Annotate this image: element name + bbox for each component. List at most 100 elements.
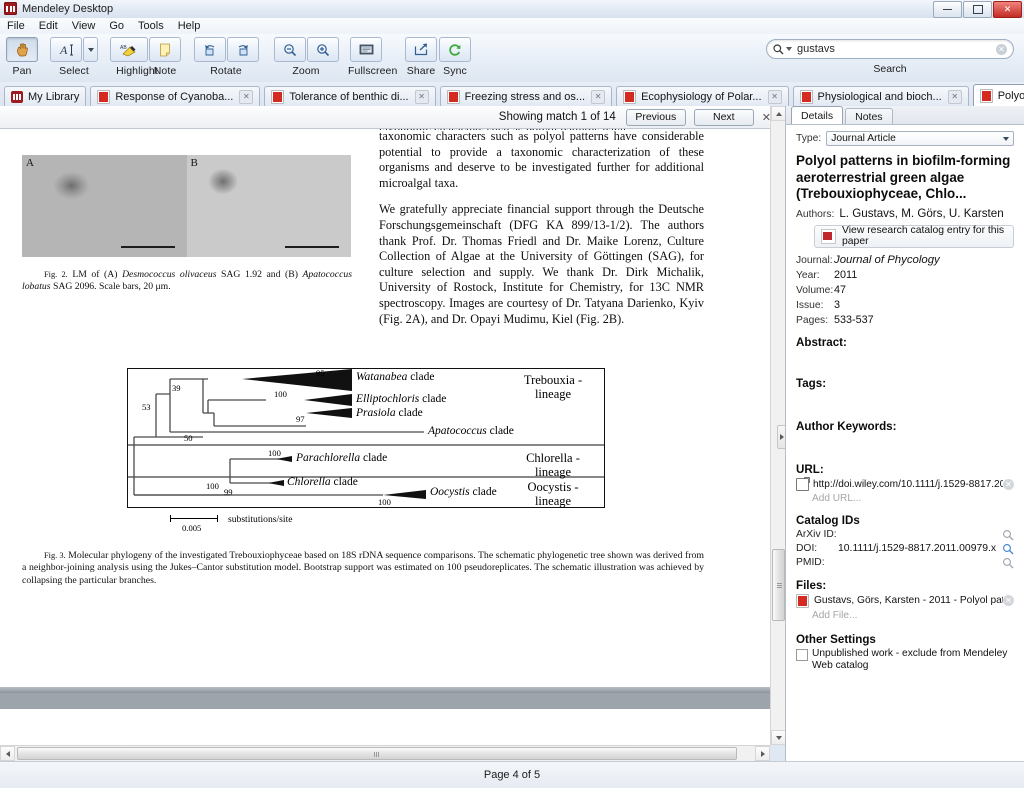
remove-file-icon[interactable]: ✕ [1003,595,1014,606]
menu-help[interactable]: Help [178,19,209,33]
tab-polyol-patterns-in-biofilm[interactable]: Polyol patterns in biofil... ✕ [972,84,1024,106]
tab-close-icon[interactable]: ✕ [239,89,254,104]
tab-details[interactable]: Details [791,106,844,124]
remove-url-icon[interactable]: ✕ [1003,478,1014,490]
tab-close-icon[interactable]: ✕ [767,89,782,104]
search-input[interactable]: gustavs [797,43,996,55]
authors-value[interactable]: L. Gustavs, M. Görs, U. Karsten [839,207,1003,220]
scroll-left-button[interactable] [0,746,15,761]
authors-label: Authors: [796,208,835,220]
tab-response-of-cyanobacteria[interactable]: Response of Cyanoba... ✕ [90,86,261,106]
pan-button[interactable] [6,37,38,62]
document-title[interactable]: Polyol patterns in biofilm-forming aerot… [796,153,1014,203]
file-row: Gustavs, Görs, Karsten - 2011 - Polyol p… [796,593,1014,608]
menu-file[interactable]: File [7,19,33,33]
sync-button[interactable] [439,37,471,62]
add-file-link[interactable]: Add File... [812,610,1014,621]
vertical-scroll-thumb[interactable] [772,549,785,621]
journal-value[interactable]: Journal of Phycology [834,254,940,266]
tab-my-library[interactable]: My Library [4,86,87,106]
tab-close-icon[interactable]: ✕ [591,89,606,104]
lineage-label-chlorella: Chlorella - lineage [508,451,598,479]
url-value[interactable]: http://doi.wiley.com/10.1111/j.1529-8817… [813,479,1003,490]
external-link-icon[interactable] [796,476,810,491]
volume-value[interactable]: 47 [834,284,846,296]
svg-text:100: 100 [268,448,281,458]
scroll-down-button[interactable] [771,730,786,745]
horizontal-scroll-thumb[interactable] [17,747,737,760]
author-keywords-value[interactable] [796,435,1014,453]
scroll-right-button[interactable] [755,746,770,761]
highlight-button[interactable]: AB [110,37,148,62]
tab-label: Tolerance of benthic di... [289,90,409,103]
document-right-column: taxonomic characters such as polyol patt… [379,129,704,338]
fullscreen-button[interactable] [350,37,382,62]
journal-row: Journal: Journal of Phycology [796,254,1014,266]
view-research-catalog-button[interactable]: View research catalog entry for this pap… [814,224,1014,248]
rotate-right-icon [238,44,248,55]
document-tab-bar: My Library Response of Cyanoba... ✕ Tole… [0,82,1024,107]
tab-tolerance-of-benthic-diatoms[interactable]: Tolerance of benthic di... ✕ [264,86,436,106]
search-clear-icon[interactable]: ✕ [996,43,1007,55]
pdf-icon [979,88,993,103]
lineage-line1: Trebouxia - [523,373,583,387]
note-button[interactable] [149,37,181,62]
tags-value[interactable] [796,392,1014,410]
clade-label-chlorella: Chlorella clade [287,476,358,488]
scroll-up-button[interactable] [771,106,786,121]
abstract-value[interactable] [796,351,1014,367]
panel-b-label: B [190,157,198,169]
zoom-in-button[interactable] [306,37,339,62]
pmid-row: PMID: [796,557,1014,569]
clade-name: Chlorella [287,476,331,488]
pmid-label: PMID: [796,557,825,568]
figure-2-caption-prefix: Fig. 2. [44,270,68,279]
menu-view[interactable]: View [72,19,104,33]
clade-name: Prasiola [356,407,396,419]
tab-freezing-stress[interactable]: Freezing stress and os... ✕ [439,86,613,106]
menu-tools[interactable]: Tools [138,19,172,33]
add-url-link[interactable]: Add URL... [812,493,1014,504]
previous-match-button[interactable]: Previous [625,108,686,126]
tab-physiological-and-biochemical[interactable]: Physiological and bioch... ✕ [792,86,969,106]
issue-value[interactable]: 3 [834,299,840,311]
search-box[interactable]: gustavs ✕ [766,39,1014,59]
clade-suffix: clade [407,371,435,383]
document-horizontal-scrollbar[interactable] [0,745,770,762]
tab-ecophysiology-of-polar[interactable]: Ecophysiology of Polar... ✕ [616,86,789,106]
minimize-button[interactable] [933,1,962,18]
search-label: Search [873,63,907,75]
doi-value[interactable]: 10.1111/j.1529-8817.2011.00979.x [838,543,1002,554]
menu-go[interactable]: Go [109,19,132,33]
type-select[interactable]: Journal Article [826,131,1014,146]
fullscreen-icon [359,44,373,55]
search-scope-chevron-icon[interactable] [786,47,792,51]
select-dropdown-button[interactable] [83,37,98,62]
lookup-doi-icon[interactable] [1002,543,1014,555]
chevron-up-icon [775,111,782,116]
next-match-button[interactable]: Next [693,108,754,126]
share-button[interactable] [405,37,437,62]
rotate-left-button[interactable] [193,37,226,62]
clade-label-prasiola: Prasiola clade [356,407,423,419]
text-select-icon: A [59,43,73,57]
menu-edit[interactable]: Edit [39,19,66,33]
tab-close-icon[interactable]: ✕ [947,89,962,104]
close-button[interactable]: ✕ [993,1,1022,18]
select-button[interactable]: A [50,37,82,62]
pages-value[interactable]: 533-537 [834,314,874,326]
maximize-button[interactable] [963,1,992,18]
rotate-right-button[interactable] [226,37,259,62]
pdf-icon [796,593,809,608]
pdf-document-view[interactable]: taxonomic characters such as polyol patt… [0,129,770,745]
lookup-arxiv-icon[interactable] [1002,529,1014,541]
year-value[interactable]: 2011 [834,269,857,281]
lookup-pmid-icon[interactable] [1002,557,1014,569]
tab-notes[interactable]: Notes [845,108,893,124]
tab-label: Polyol patterns in biofil... [997,89,1024,102]
file-name[interactable]: Gustavs, Görs, Karsten - 2011 - Polyol p… [814,595,1003,606]
toolbar-group-fullscreen: Fullscreen [348,37,397,77]
zoom-out-button[interactable] [273,37,306,62]
unpublished-checkbox[interactable] [796,648,808,661]
tab-close-icon[interactable]: ✕ [414,89,429,104]
